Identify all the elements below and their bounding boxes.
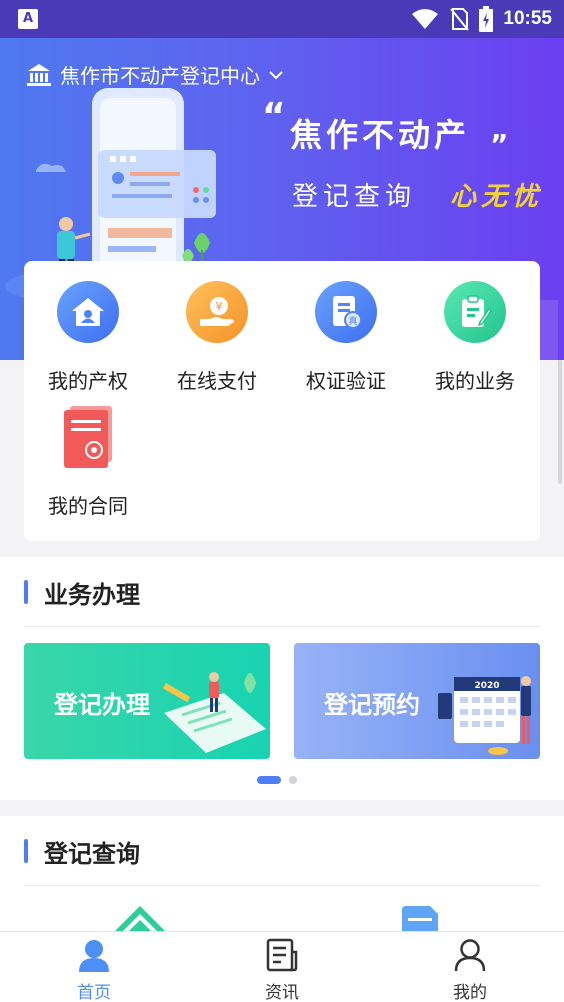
scrollbar[interactable] (558, 360, 562, 484)
query-item-icon[interactable] (110, 904, 170, 932)
user-home-icon (79, 940, 109, 972)
register-illustration (163, 672, 266, 753)
query-document-icon[interactable] (398, 904, 442, 932)
carousel-dot-active[interactable] (257, 776, 281, 784)
nav-tab-home[interactable]: 首页 (0, 932, 188, 1002)
quick-item-my-business[interactable]: 我的业务 (410, 281, 540, 394)
quote-close-mark: ” (490, 128, 509, 161)
wifi-icon (412, 9, 439, 29)
section-accent-bar (24, 839, 28, 863)
quote-open-mark: “ (262, 96, 286, 137)
quick-item-my-contract[interactable]: 我的合同 (23, 406, 153, 519)
yuan-hand-icon: ¥ (186, 281, 248, 343)
quick-item-certificate-verify[interactable]: 真 权证验证 (281, 281, 411, 394)
news-icon (266, 938, 298, 972)
quick-item-my-property[interactable]: 我的产权 (23, 281, 153, 394)
quick-menu-card: 我的产权 ¥ 在线支付 真 权证验证 我的业务 我的合同 (24, 261, 540, 541)
section-divider (24, 885, 540, 886)
nav-tab-label: 我的 (453, 983, 487, 1002)
certificate-check-icon: 真 (315, 281, 377, 343)
register-process-card[interactable]: 登记办理 (24, 643, 270, 759)
quick-item-online-payment[interactable]: ¥ 在线支付 (152, 281, 282, 394)
nav-tab-label: 资讯 (265, 983, 299, 1002)
register-appointment-label: 登记预约 (324, 691, 420, 719)
banner-slogan-accent: 心无忧 (450, 182, 544, 212)
section-accent-bar (24, 580, 28, 604)
quick-item-label: 我的产权 (48, 369, 128, 393)
section-title: 业务办理 (44, 581, 140, 609)
nav-tab-news[interactable]: 资讯 (188, 932, 376, 1002)
contract-icon (57, 406, 119, 468)
svg-text:真: 真 (348, 315, 357, 327)
nav-tab-label: 首页 (77, 983, 111, 1002)
status-time: 10:55 (503, 8, 552, 29)
status-bar: A 10:55 (0, 0, 564, 38)
query-section: 登记查询 (0, 816, 564, 932)
quick-item-label: 在线支付 (177, 369, 257, 393)
bottom-navigation: 首页 资讯 我的 (0, 931, 564, 1002)
section-divider (24, 626, 540, 627)
calendar-illustration: 2020 (438, 676, 531, 755)
no-sim-icon (450, 8, 470, 31)
quick-item-label: 我的业务 (435, 369, 515, 393)
house-icon (57, 281, 119, 343)
quick-item-label: 权证验证 (306, 369, 386, 393)
banner-slogan-title: 焦作不动产 (290, 116, 471, 154)
section-title: 登记查询 (44, 840, 140, 868)
register-process-label: 登记办理 (54, 691, 150, 719)
banner-slogan-subtitle: 登记查询 (292, 182, 417, 212)
carousel-dot[interactable] (289, 776, 297, 784)
quick-item-label: 我的合同 (48, 494, 128, 518)
profile-icon (454, 939, 486, 972)
register-appointment-card[interactable]: 2020 登记预约 (294, 643, 540, 759)
svg-text:¥: ¥ (216, 300, 223, 313)
nav-tab-mine[interactable]: 我的 (376, 932, 564, 1002)
battery-icon (479, 6, 494, 32)
clipboard-edit-icon (444, 281, 506, 343)
calendar-year: 2020 (474, 681, 499, 691)
app-indicator-icon: A (18, 9, 38, 29)
